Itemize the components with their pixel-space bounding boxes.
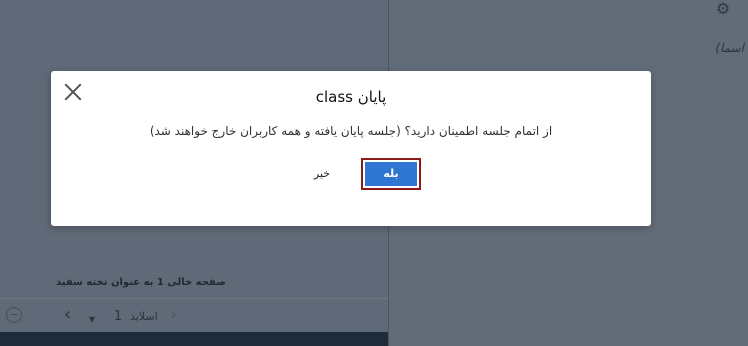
footer-bar (0, 332, 388, 346)
dialog-message: از اتمام جلسه اطمینان دارید؟ (جلسه پایان… (149, 124, 553, 138)
chevron-down-icon[interactable]: ▾ (89, 309, 95, 329)
no-button[interactable]: خیر (308, 163, 336, 185)
user-names-label: اسما) (715, 41, 744, 55)
yes-button-label: بله (365, 162, 417, 186)
gear-icon[interactable]: ⚙ (714, 0, 732, 18)
toolbar-divider (0, 298, 388, 299)
chevron-right-icon[interactable]: › (170, 305, 177, 325)
slide-number[interactable]: 1 (114, 309, 122, 324)
slide-selector-label[interactable]: اسلاید (130, 310, 158, 323)
end-session-dialog: پایان class از اتمام جلسه اطمینان دارید؟… (51, 71, 651, 226)
yes-button[interactable]: بله (361, 158, 421, 190)
whiteboard-page-label: صفحه خالی 1 به عنوان تخته سفید (56, 277, 226, 288)
zoom-out-icon[interactable] (6, 307, 22, 323)
chevron-left-icon[interactable]: ‹ (64, 305, 71, 325)
dialog-title: پایان class (315, 88, 387, 106)
